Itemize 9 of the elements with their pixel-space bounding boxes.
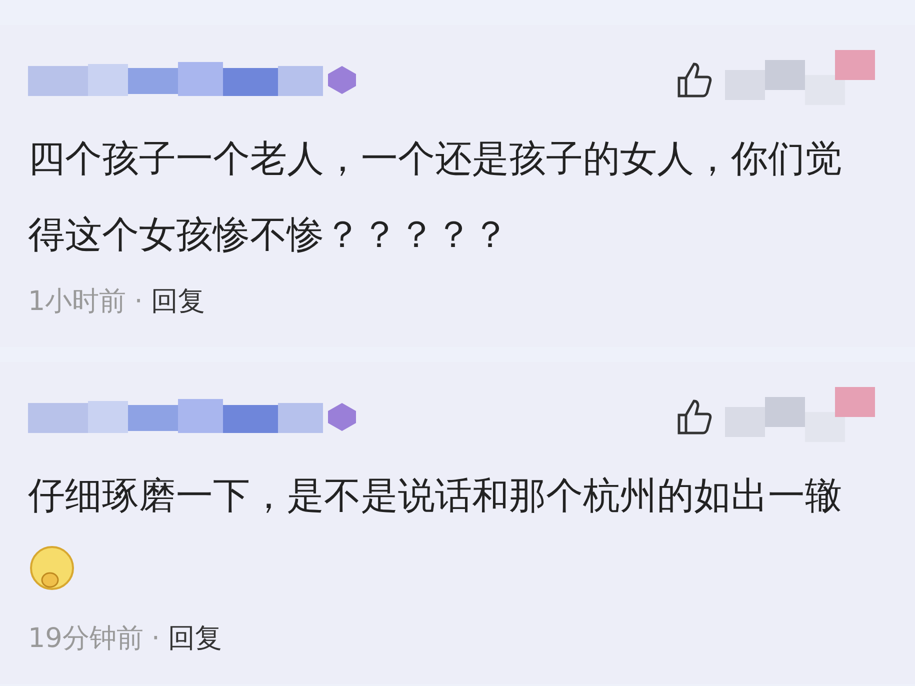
separator-dot: · [134,286,143,316]
comment-time: 19分钟前 [28,622,144,656]
separator-dot: · [151,622,160,654]
comment-time: 1小时前 [28,285,126,319]
reply-link[interactable]: 回复 [168,620,222,656]
reply-link[interactable]: 回复 [150,283,205,319]
emoji-icon [28,544,76,592]
comment-text: 仔细琢磨一下，是不是说话和那个杭州的如出一辙 [28,458,863,610]
comment-text: 四个孩子一个老人，一个还是孩子的女人，你们觉得这个女孩惨不惨？？？？？ [28,136,843,258]
